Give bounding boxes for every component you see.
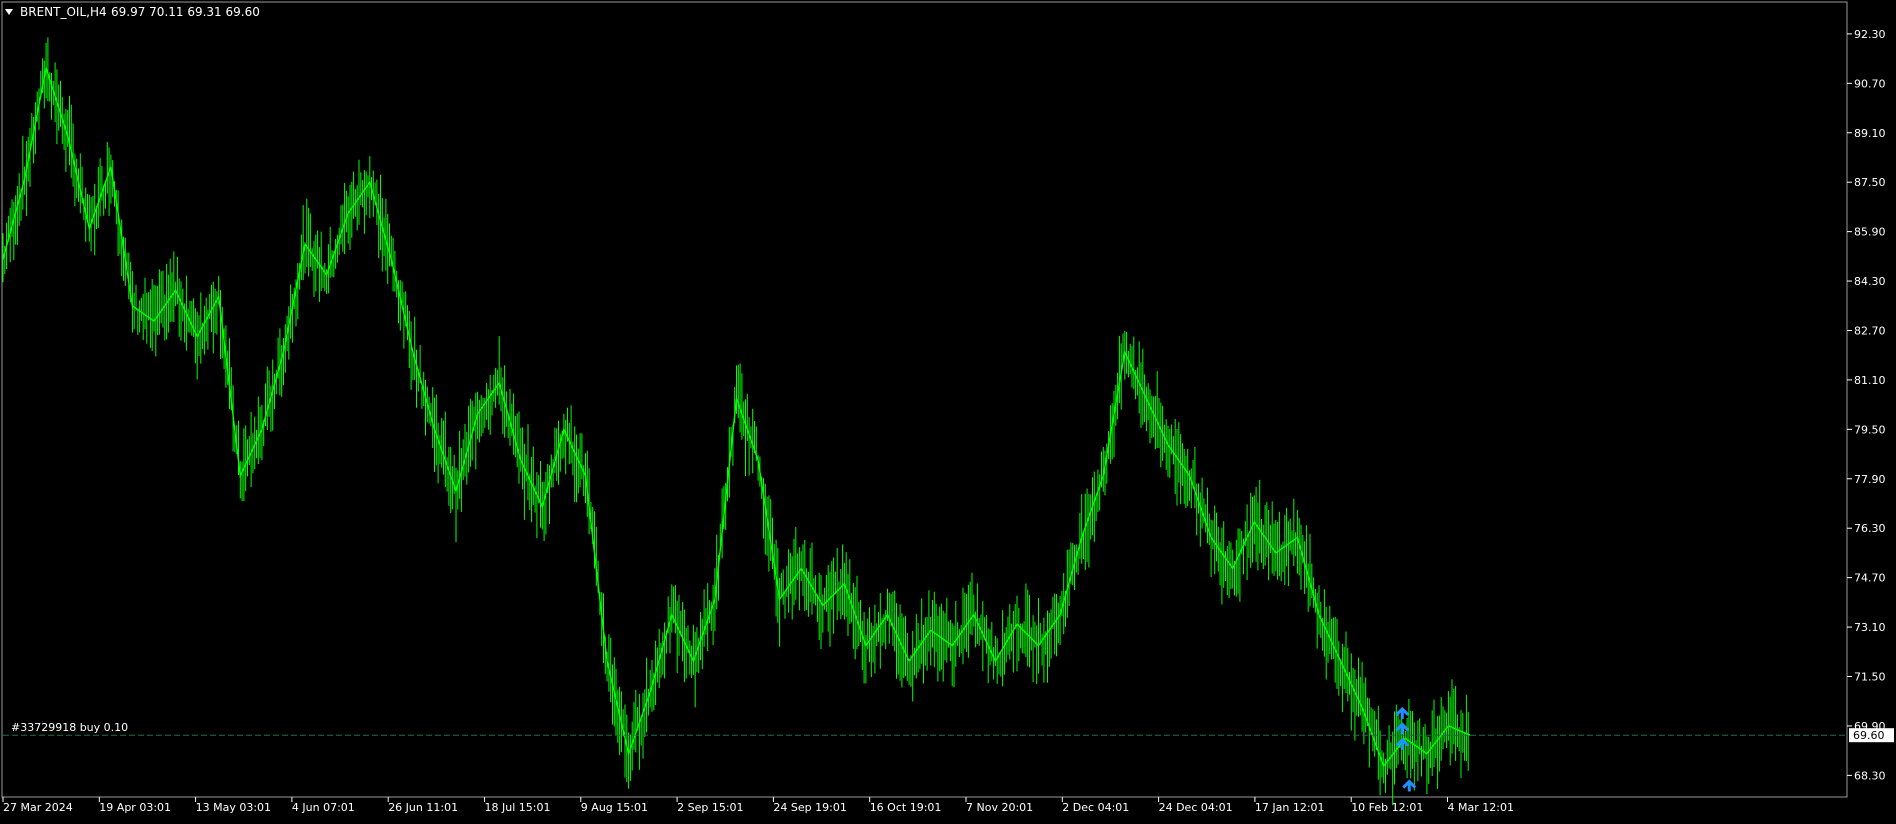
y-tick-label: 77.90: [1854, 473, 1886, 486]
price-chart[interactable]: #33729918 buy 0.10 92.30 90.70 89.10 87.50 8…: [0, 0, 1896, 820]
ohlc-values: 69.97 70.11 69.31 69.60: [111, 5, 260, 19]
x-tick-label: 4 Jun 07:01: [292, 801, 355, 814]
x-tick-label: 9 Aug 15:01: [581, 801, 648, 814]
y-tick-label: 76.30: [1854, 522, 1886, 535]
x-tick-label: 10 Feb 12:01: [1351, 801, 1423, 814]
current-price-label-group: 69.60: [1849, 728, 1894, 743]
symbol-label: BRENT_OIL,H4: [20, 5, 107, 19]
x-tick-label: 7 Nov 20:01: [966, 801, 1033, 814]
y-tick-label: 71.50: [1854, 671, 1886, 684]
y-tick-label: 79.50: [1854, 423, 1886, 436]
chart-header: BRENT_OIL,H4 69.97 70.11 69.31 69.60: [5, 5, 260, 19]
y-tick-label: 74.70: [1854, 572, 1886, 585]
chart-window[interactable]: #33729918 buy 0.10 92.30 90.70 89.10 87.50 8…: [0, 0, 1896, 820]
y-tick-label: 73.10: [1854, 621, 1886, 634]
x-tick-label: 26 Jun 11:01: [388, 801, 458, 814]
y-tick-label: 82.70: [1854, 324, 1886, 337]
x-tick-label: 4 Mar 12:01: [1448, 801, 1514, 814]
y-tick-label: 90.70: [1854, 77, 1886, 90]
y-tick-label: 68.30: [1854, 769, 1886, 782]
x-tick-label: 2 Dec 04:01: [1062, 801, 1129, 814]
y-tick-label: 92.30: [1854, 28, 1886, 41]
x-tick-label: 2 Sep 15:01: [677, 801, 743, 814]
x-tick-label: 17 Jan 12:01: [1255, 801, 1325, 814]
x-tick-label: 13 May 03:01: [196, 801, 271, 814]
x-tick-label: 19 Apr 03:01: [99, 801, 171, 814]
current-price-label: 69.60: [1853, 729, 1885, 742]
x-tick-label: 24 Dec 04:01: [1159, 801, 1233, 814]
y-tick-label: 84.30: [1854, 275, 1886, 288]
x-tick-label: 27 Mar 2024: [3, 801, 73, 814]
order-label: #33729918 buy 0.10: [11, 721, 128, 734]
x-tick-label: 18 Jul 15:01: [485, 801, 551, 814]
x-tick-label: 16 Oct 19:01: [870, 801, 942, 814]
y-tick-label: 89.10: [1854, 127, 1886, 140]
x-tick-label: 24 Sep 19:01: [773, 801, 846, 814]
y-tick-label: 81.10: [1854, 374, 1886, 387]
y-tick-label: 87.50: [1854, 176, 1886, 189]
y-tick-label: 85.90: [1854, 226, 1886, 239]
